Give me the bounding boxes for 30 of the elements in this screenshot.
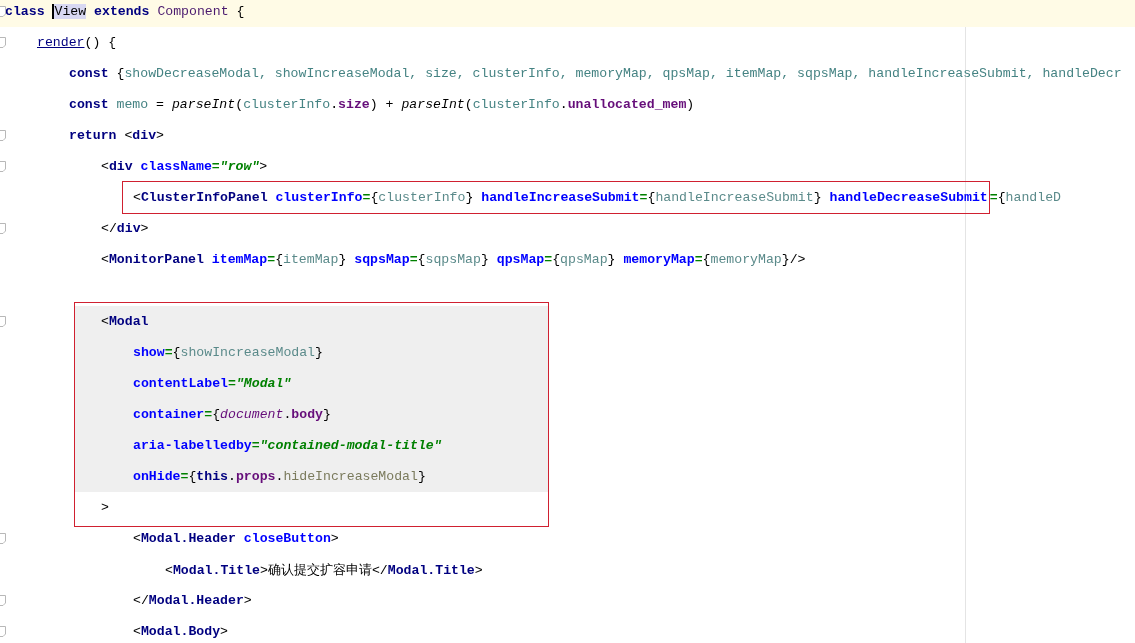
code-line: class View extends Component { — [5, 4, 245, 19]
code-line: render() { — [37, 35, 117, 50]
code-line: const {showDecreaseModal, showIncreaseModal, size, clusterInfo, memoryMap, qpsMap, itemMap, sqpsMap, handleIncreaseSubmit, handleDecr — [69, 66, 1122, 81]
fold-marker-icon[interactable] — [0, 223, 6, 234]
code-line: container={document.body} — [133, 407, 331, 422]
fold-marker-icon[interactable] — [0, 161, 6, 172]
fold-marker-icon[interactable] — [0, 6, 6, 17]
code-line: <Modal.Header closeButton> — [133, 531, 339, 546]
code-line: aria-labelledby="contained-modal-title" — [133, 438, 442, 453]
code-line: </div> — [101, 221, 149, 236]
code-line: <Modal.Title>确认提交扩容申请</Modal.Title> — [165, 560, 483, 579]
code-line: <MonitorPanel itemMap={itemMap} sqpsMap={sqpsMap} qpsMap={qpsMap} memoryMap={memoryMap}/> — [101, 252, 806, 267]
fold-marker-icon[interactable] — [0, 37, 6, 48]
fold-marker-icon[interactable] — [0, 316, 6, 327]
fold-marker-icon[interactable] — [0, 626, 6, 637]
highlighted-code: <ClusterInfoPanel clusterInfo={clusterInfo} handleIncreaseSubmit={handleIncreaseSubmit} handleDecreaseSubmit — [122, 181, 990, 214]
code-line: <Modal — [101, 314, 149, 329]
code-line: onHide={this.props.hideIncreaseModal} — [133, 469, 426, 484]
code-line: <Modal.Body> — [133, 624, 228, 639]
code-line: show={showIncreaseModal} — [133, 345, 323, 360]
code-line: const memo = parseInt(clusterInfo.size) + parseInt(clusterInfo.unallocated_mem) — [69, 97, 695, 112]
code-line: > — [101, 500, 109, 515]
code-line: return <div> — [69, 128, 164, 143]
code-line: ={handleD — [989, 190, 1061, 205]
code-line: <div className="row"> — [101, 159, 268, 174]
code-line: contentLabel="Modal" — [133, 376, 292, 391]
fold-marker-icon[interactable] — [0, 130, 6, 141]
fold-marker-icon[interactable] — [0, 533, 6, 544]
fold-marker-icon[interactable] — [0, 595, 6, 606]
code-line: </Modal.Header> — [133, 593, 252, 608]
